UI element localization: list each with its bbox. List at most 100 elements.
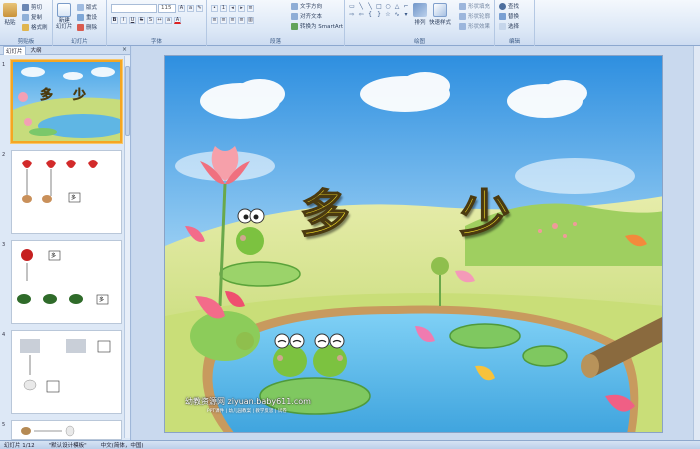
- char-spacing-icon[interactable]: ↔: [156, 17, 163, 24]
- square-shape-icon[interactable]: □: [375, 3, 383, 10]
- brace2-shape-icon[interactable]: }: [375, 11, 383, 18]
- layout-button[interactable]: 版式: [77, 3, 97, 11]
- tab-outline[interactable]: 大纲: [29, 46, 44, 54]
- clipboard-group: 粘贴 剪切 复制 格式刷 剪贴板: [0, 0, 53, 46]
- align-buttons: ≡ ≡ ≡ ≡ ▥: [211, 17, 254, 24]
- current-slide[interactable]: 多 少 幼教资源网 ziyuan.baby611.com PPT课件 | 幼儿园…: [164, 55, 663, 433]
- font-group: 115 Aa ✎ B I U S S ↔ a A 字体: [107, 0, 207, 46]
- cut-button[interactable]: 剪切: [22, 3, 42, 11]
- slide-number: 2: [2, 152, 6, 158]
- slide-char-shao[interactable]: 少: [459, 174, 511, 246]
- slide-thumbnail-2[interactable]: 多: [11, 150, 122, 234]
- scrollbar-thumb[interactable]: [125, 66, 130, 136]
- font-size-combo[interactable]: 115: [158, 4, 176, 13]
- oval-shape-icon[interactable]: ○: [384, 3, 392, 10]
- more-shapes-icon[interactable]: ▾: [402, 11, 410, 18]
- slide-thumbnail-3[interactable]: 多 多: [11, 240, 122, 324]
- slide-thumbnail-1[interactable]: 多 少: [11, 60, 122, 143]
- change-case-icon[interactable]: a: [165, 17, 172, 24]
- shadow-icon[interactable]: S: [147, 17, 154, 24]
- justify-icon[interactable]: ≡: [238, 17, 245, 24]
- smartart-button[interactable]: 转换为 SmartArt: [291, 22, 343, 30]
- line-spacing-icon[interactable]: ≡: [247, 5, 254, 12]
- new-slide-icon: [57, 3, 72, 17]
- effects-icon: [459, 22, 466, 30]
- language-indicator[interactable]: 中文(简体，中国): [101, 441, 144, 449]
- new-slide-button[interactable]: 新建 幻灯片: [56, 3, 73, 30]
- copy-button[interactable]: 复制: [22, 13, 42, 21]
- tab-slides[interactable]: 幻灯片: [3, 45, 26, 55]
- slide-background-illustration: [165, 56, 662, 432]
- shape-effects-button[interactable]: 形状效果: [459, 22, 490, 30]
- thumb3-top-label: 多: [51, 253, 57, 259]
- rectangle-shape-icon[interactable]: ▭: [348, 3, 356, 10]
- reset-button[interactable]: 重设: [77, 13, 97, 21]
- align-right-icon[interactable]: ≡: [229, 17, 236, 24]
- arrow-left-shape-icon[interactable]: ⇦: [357, 11, 365, 18]
- line2-shape-icon[interactable]: ╲: [366, 3, 374, 10]
- thumb-char-duo: 多: [40, 88, 54, 104]
- slides-pane-scrollbar[interactable]: [124, 56, 130, 438]
- bullets-icon[interactable]: •: [211, 5, 218, 12]
- shrink-font-icon[interactable]: a: [187, 5, 194, 12]
- thumb3-bottom-label: 多: [99, 297, 105, 303]
- editing-group: 查找 替换 选择 编辑: [495, 0, 535, 46]
- font-color-icon[interactable]: A: [174, 17, 181, 24]
- clipboard-group-label: 剪贴板: [17, 39, 35, 45]
- arrow-shape-icon[interactable]: ⌐: [402, 3, 410, 10]
- slide-editor-scrollbar[interactable]: [693, 46, 700, 440]
- grow-font-icon[interactable]: A: [178, 5, 185, 12]
- reset-icon: [77, 13, 84, 21]
- shape-outline-button[interactable]: 形状轮廓: [459, 12, 490, 20]
- delete-icon: [77, 23, 84, 31]
- paste-button[interactable]: 粘贴: [3, 3, 17, 26]
- replace-button[interactable]: 替换: [499, 12, 519, 20]
- curve-shape-icon[interactable]: ∿: [393, 11, 401, 18]
- select-button[interactable]: 选择: [499, 22, 519, 30]
- replace-icon: [499, 12, 506, 20]
- list-buttons: • 1 ◂ ▸ ≡: [211, 5, 254, 12]
- find-button[interactable]: 查找: [499, 2, 519, 10]
- align-text-button[interactable]: 对齐文本: [291, 12, 322, 20]
- outline-icon: [459, 12, 466, 20]
- italic-icon[interactable]: I: [120, 17, 127, 24]
- arrow-right-shape-icon[interactable]: ⇨: [348, 11, 356, 18]
- slide-number: 3: [2, 242, 6, 248]
- increase-indent-icon[interactable]: ▸: [238, 5, 245, 12]
- quick-styles-button[interactable]: 快速样式: [429, 3, 451, 26]
- numbering-icon[interactable]: 1: [220, 5, 227, 12]
- status-bar: 幻灯片 1/12 "默认设计模板" 中文(简体，中国): [0, 440, 700, 449]
- shape-fill-button[interactable]: 形状填充: [459, 2, 490, 10]
- paragraph-group-label: 段落: [269, 39, 281, 45]
- underline-icon[interactable]: U: [129, 17, 136, 24]
- line-shape-icon[interactable]: ╲: [357, 3, 365, 10]
- clear-format-icon[interactable]: ✎: [196, 5, 203, 12]
- shapes-gallery[interactable]: ▭ ╲ ╲ □ ○ △ ⌐ ⇨ ⇦{} ☆ ∿ ▾: [348, 3, 410, 18]
- bold-icon[interactable]: B: [111, 17, 118, 24]
- close-icon[interactable]: ×: [122, 46, 127, 53]
- star-shape-icon[interactable]: ☆: [384, 11, 392, 18]
- arrange-icon: [413, 3, 427, 17]
- layout-icon: [77, 3, 84, 11]
- triangle-shape-icon[interactable]: △: [393, 3, 401, 10]
- columns-icon[interactable]: ▥: [247, 17, 254, 24]
- strikethrough-icon[interactable]: S: [138, 17, 145, 24]
- watermark-subtext: PPT课件 | 幼儿园教案 | 教学反思 | 试卷: [207, 409, 287, 414]
- align-left-icon[interactable]: ≡: [211, 17, 218, 24]
- arrange-button[interactable]: 排列: [413, 3, 427, 26]
- copy-icon: [22, 13, 29, 21]
- slide-thumbnail-5[interactable]: [11, 420, 122, 440]
- decrease-indent-icon[interactable]: ◂: [229, 5, 236, 12]
- font-name-combo[interactable]: [111, 4, 157, 13]
- smartart-icon: [291, 22, 298, 30]
- font-style-buttons: B I U S S ↔ a A: [111, 17, 181, 24]
- align-center-icon[interactable]: ≡: [220, 17, 227, 24]
- format-painter-button[interactable]: 格式刷: [22, 23, 48, 31]
- slide-thumbnail-4[interactable]: [11, 330, 122, 414]
- paragraph-group: • 1 ◂ ▸ ≡ ≡ ≡ ≡ ≡ ▥ 文字方向 对齐文本 转换为 SmartArt 段落: [207, 0, 345, 46]
- thumb-char-shao: 少: [73, 88, 87, 104]
- brace-shape-icon[interactable]: {: [366, 11, 374, 18]
- slide-char-duo[interactable]: 多: [299, 174, 351, 246]
- delete-slide-button[interactable]: 删除: [77, 23, 97, 31]
- text-direction-button[interactable]: 文字方向: [291, 2, 322, 10]
